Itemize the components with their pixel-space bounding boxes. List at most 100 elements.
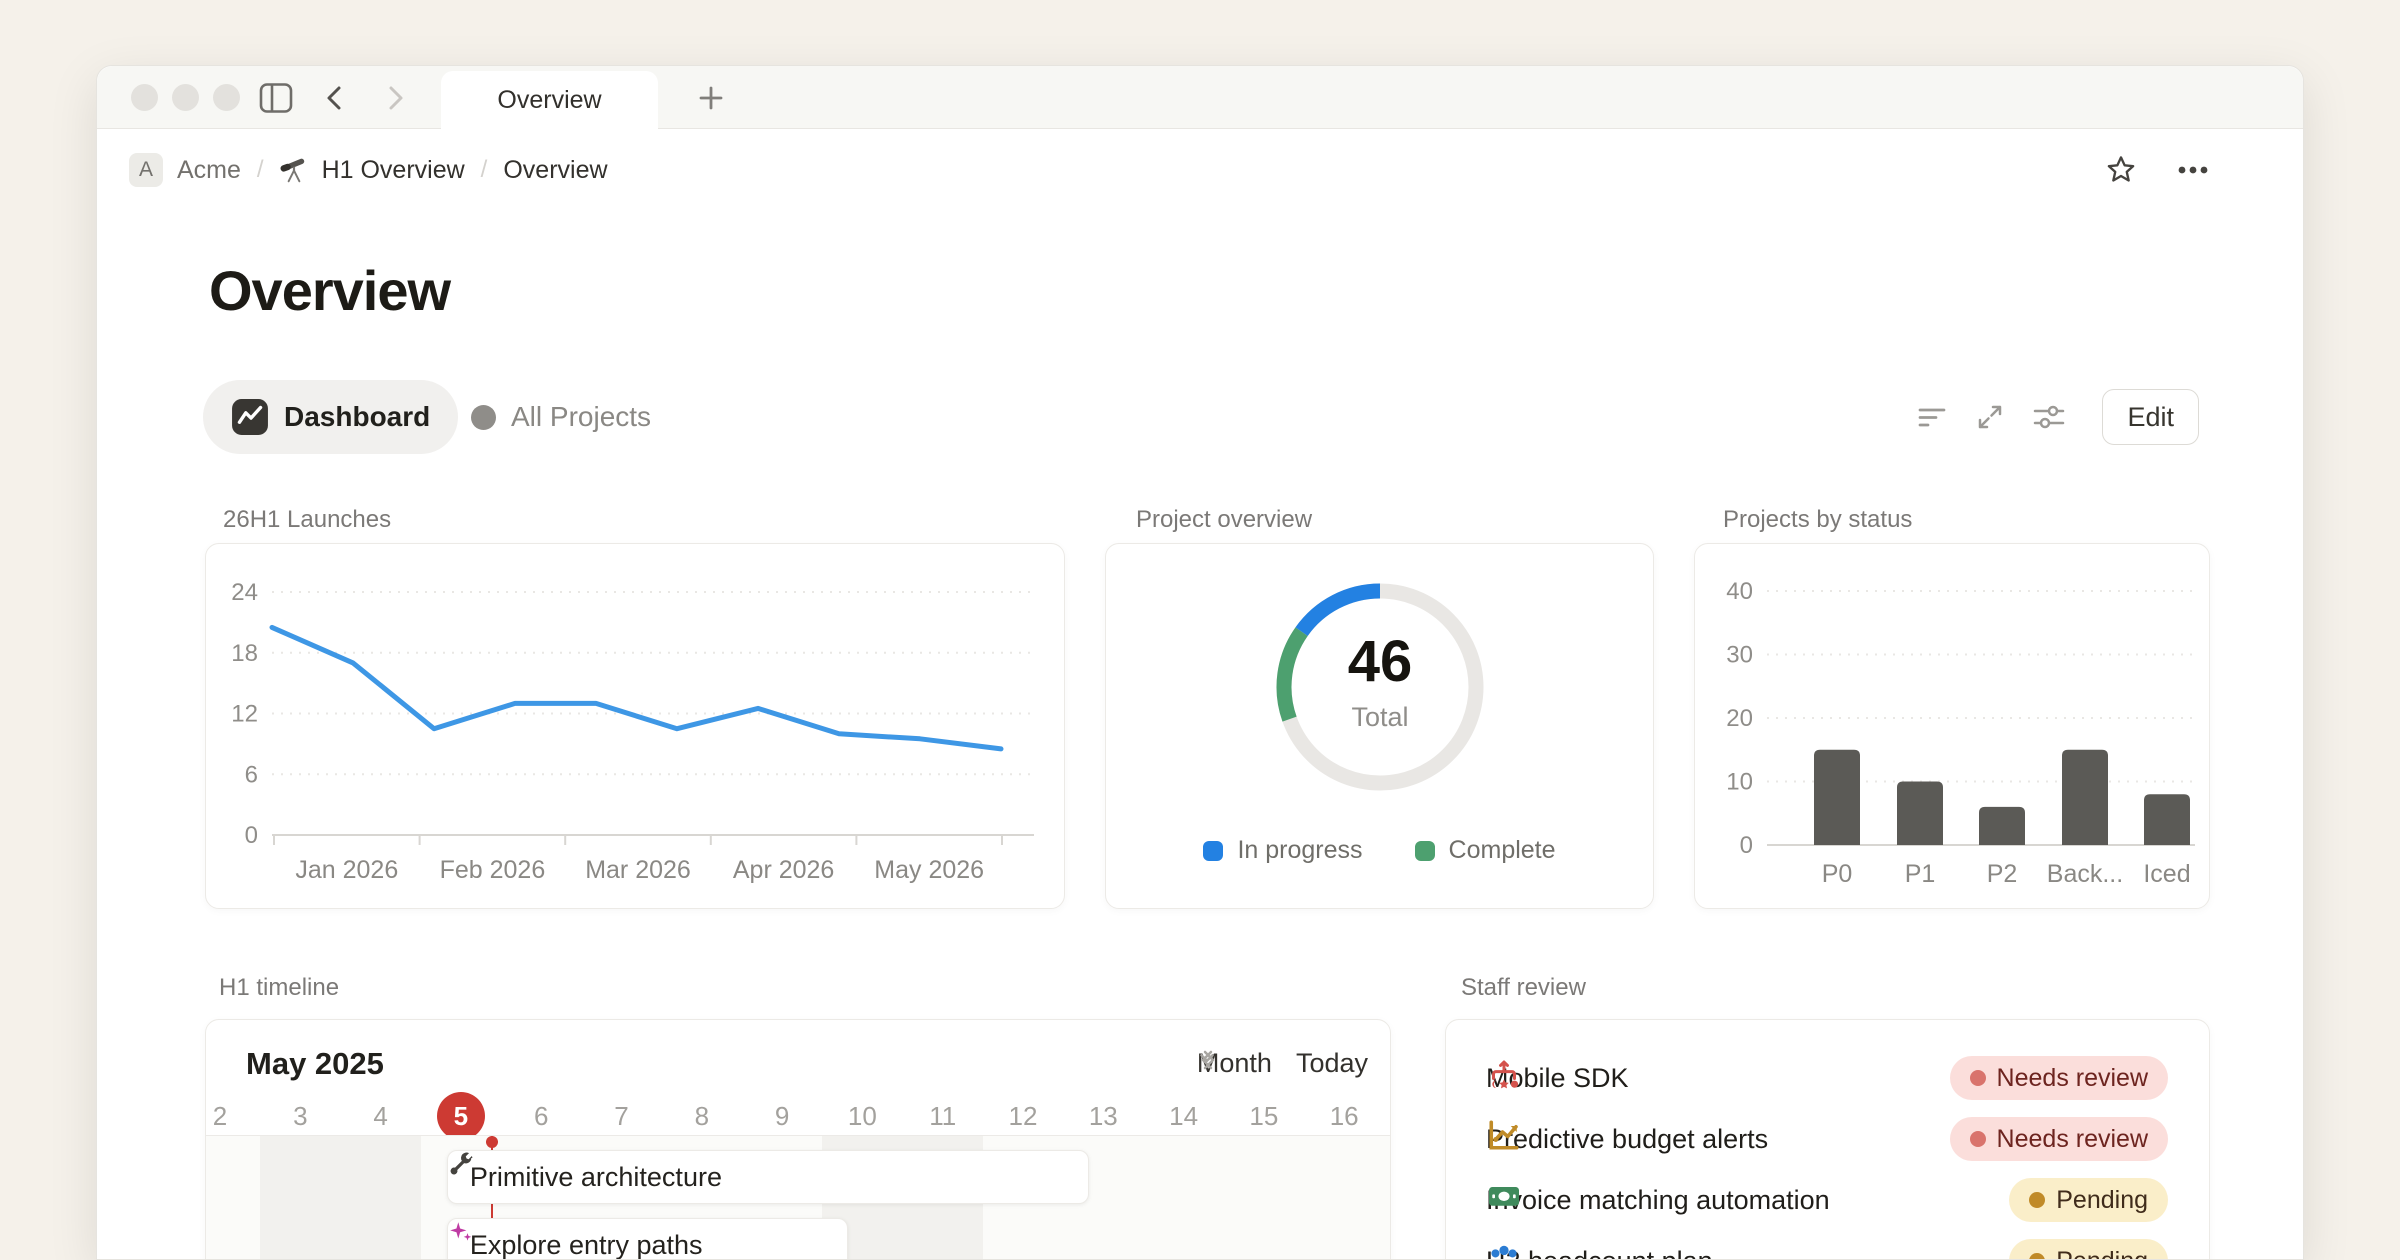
svg-text:20: 20 bbox=[1726, 705, 1753, 732]
svg-text:P0: P0 bbox=[1822, 860, 1853, 888]
breadcrumb-current-page[interactable]: Overview bbox=[503, 156, 607, 185]
sidebar-toggle-icon[interactable] bbox=[259, 82, 291, 114]
status-badge[interactable]: Pending bbox=[2009, 1178, 2168, 1222]
section-label-staff-review: Staff review bbox=[1461, 974, 1586, 1002]
svg-text:24: 24 bbox=[231, 579, 258, 606]
status-badge[interactable]: Needs review bbox=[1950, 1117, 2168, 1161]
calendar-day[interactable]: 12 bbox=[999, 1092, 1047, 1140]
timeline-event[interactable]: Explore entry paths bbox=[447, 1218, 849, 1260]
calendar-day[interactable]: 4 bbox=[357, 1092, 405, 1140]
app-window: Overview A Acme / H1 Overview / Overview bbox=[96, 65, 2304, 1260]
breadcrumb-separator: / bbox=[479, 156, 490, 184]
staff-review-row[interactable]: Mobile SDKNeeds review bbox=[1486, 1056, 2168, 1100]
svg-text:6: 6 bbox=[245, 761, 258, 788]
timeline-card: May 2025 Month Today 2345678910111213141… bbox=[205, 1019, 1391, 1260]
svg-text:Back...: Back... bbox=[2047, 860, 2123, 888]
weekend-band bbox=[260, 1136, 421, 1260]
svg-text:Jan 2026: Jan 2026 bbox=[295, 856, 398, 884]
back-icon[interactable] bbox=[319, 82, 351, 114]
donut-center: 46 Total bbox=[1280, 630, 1480, 733]
svg-text:Apr 2026: Apr 2026 bbox=[733, 856, 834, 884]
timeline-event-title: Explore entry paths bbox=[470, 1230, 703, 1260]
calendar-day-today[interactable]: 5 bbox=[437, 1092, 485, 1140]
calendar-day[interactable]: 10 bbox=[838, 1092, 886, 1140]
svg-text:12: 12 bbox=[231, 701, 258, 728]
filter-icon[interactable] bbox=[1916, 401, 1948, 433]
gray-circle-icon bbox=[471, 405, 496, 430]
sparkle-icon bbox=[448, 1219, 474, 1245]
legend-label: In progress bbox=[1237, 836, 1362, 865]
svg-text:P1: P1 bbox=[1905, 860, 1936, 888]
dashboard-chart-icon bbox=[231, 398, 269, 436]
status-label: Needs review bbox=[1997, 1064, 2148, 1093]
legend-swatch-icon bbox=[1203, 841, 1223, 861]
svg-text:30: 30 bbox=[1726, 642, 1753, 669]
timeline-event[interactable]: Primitive architecture bbox=[447, 1150, 1089, 1204]
traffic-lights bbox=[131, 84, 240, 111]
line-chart: 06121824Jan 2026Feb 2026Mar 2026Apr 2026… bbox=[206, 544, 1066, 910]
settings-sliders-icon[interactable] bbox=[2032, 401, 2066, 433]
edit-button[interactable]: Edit bbox=[2102, 389, 2199, 445]
breadcrumb-workspace[interactable]: Acme bbox=[177, 156, 241, 185]
page-topbar: A Acme / H1 Overview / Overview bbox=[97, 130, 2303, 210]
donut-total-label: Total bbox=[1280, 702, 1480, 733]
svg-text:40: 40 bbox=[1726, 578, 1753, 605]
bar-Back... bbox=[2062, 750, 2108, 845]
minimize-window-button[interactable] bbox=[172, 84, 199, 111]
timeline-next-icon[interactable] bbox=[1197, 1048, 1219, 1072]
tab-title: Overview bbox=[497, 86, 601, 115]
section-label-timeline: H1 timeline bbox=[219, 974, 339, 1002]
workspace-avatar[interactable]: A bbox=[129, 153, 163, 187]
zoom-window-button[interactable] bbox=[213, 84, 240, 111]
svg-text:May 2026: May 2026 bbox=[874, 856, 984, 884]
view-toolbar: Dashboard All Projects Edit bbox=[97, 380, 2303, 454]
calendar-day[interactable]: 9 bbox=[758, 1092, 806, 1140]
expand-icon[interactable] bbox=[1974, 401, 2006, 433]
project-overview-donut-card: 46 Total In progressComplete bbox=[1105, 543, 1654, 909]
view-tab-dashboard[interactable]: Dashboard bbox=[203, 380, 458, 454]
calendar-day[interactable]: 7 bbox=[598, 1092, 646, 1140]
donut-legend: In progressComplete bbox=[1106, 836, 1653, 865]
staff-review-card: Mobile SDKNeeds review Predictive budget … bbox=[1445, 1019, 2210, 1260]
section-label-projects-by-status: Projects by status bbox=[1723, 506, 1912, 534]
bar-P0 bbox=[1814, 750, 1860, 845]
view-tab-all-projects[interactable]: All Projects bbox=[471, 380, 651, 454]
calendar-day[interactable]: 3 bbox=[276, 1092, 324, 1140]
staff-review-row[interactable]: Invoice matching automationPending bbox=[1486, 1178, 2168, 1222]
new-tab-icon[interactable] bbox=[695, 82, 727, 114]
calendar-day[interactable]: 2 bbox=[205, 1092, 244, 1140]
svg-text:Feb 2026: Feb 2026 bbox=[440, 856, 546, 884]
staff-review-row[interactable]: Predictive budget alertsNeeds review bbox=[1486, 1117, 2168, 1161]
staff-review-row[interactable]: H2 headcount planPending bbox=[1486, 1239, 2168, 1260]
close-window-button[interactable] bbox=[131, 84, 158, 111]
timeline-days-row: 2345678910111213141516 bbox=[206, 1092, 1390, 1136]
status-badge[interactable]: Needs review bbox=[1950, 1056, 2168, 1100]
banknote-icon bbox=[1486, 1178, 1522, 1214]
breadcrumb: A Acme / H1 Overview / Overview bbox=[129, 130, 608, 210]
calendar-day[interactable]: 14 bbox=[1160, 1092, 1208, 1140]
section-label-launches: 26H1 Launches bbox=[223, 506, 391, 534]
breadcrumb-parent-page[interactable]: H1 Overview bbox=[322, 156, 465, 185]
svg-text:Mar 2026: Mar 2026 bbox=[585, 856, 691, 884]
calendar-day[interactable]: 15 bbox=[1240, 1092, 1288, 1140]
view-tab-label: All Projects bbox=[511, 401, 651, 433]
more-options-icon[interactable] bbox=[2175, 154, 2211, 186]
today-indicator-dot bbox=[486, 1136, 498, 1148]
calendar-day[interactable]: 13 bbox=[1079, 1092, 1127, 1140]
calendar-day[interactable]: 6 bbox=[517, 1092, 565, 1140]
timeline-month-title: May 2025 bbox=[246, 1046, 384, 1082]
status-dot-icon bbox=[1970, 1131, 1986, 1147]
calendar-day[interactable]: 8 bbox=[678, 1092, 726, 1140]
wrench-icon bbox=[448, 1151, 474, 1177]
timeline-event-title: Primitive architecture bbox=[470, 1162, 722, 1193]
svg-text:18: 18 bbox=[231, 640, 258, 667]
timeline-body: Primitive architecture Explore entry path… bbox=[206, 1136, 1390, 1260]
status-badge[interactable]: Pending bbox=[2009, 1239, 2168, 1260]
favorite-star-icon[interactable] bbox=[2105, 154, 2137, 186]
calendar-day[interactable]: 16 bbox=[1320, 1092, 1368, 1140]
timeline-today-button[interactable]: Today bbox=[1296, 1048, 1368, 1079]
browser-tab-overview[interactable]: Overview bbox=[441, 71, 658, 130]
svg-text:P2: P2 bbox=[1987, 860, 2018, 888]
calendar-day[interactable]: 11 bbox=[919, 1092, 967, 1140]
forward-icon[interactable] bbox=[379, 82, 411, 114]
